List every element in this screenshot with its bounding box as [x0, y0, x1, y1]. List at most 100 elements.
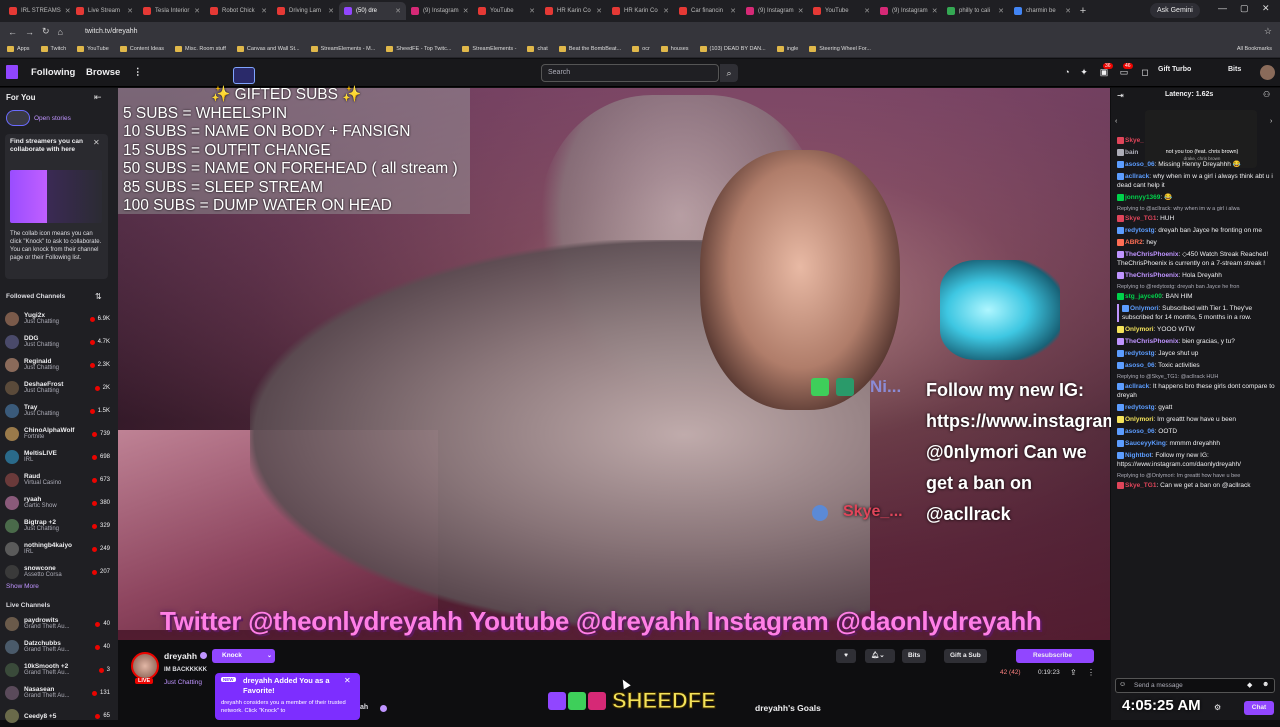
- chat-username[interactable]: TheChrisPhoenix: [1125, 338, 1178, 345]
- tab-close-icon[interactable]: ✕: [663, 7, 669, 15]
- sidebar-channel[interactable]: Reginald Just Chatting 2.3K: [5, 354, 110, 376]
- chat-username[interactable]: Onlymori: [1125, 326, 1154, 333]
- browser-tab[interactable]: (9) Instagram ✕: [875, 2, 942, 20]
- show-more-link[interactable]: Show More: [6, 583, 39, 590]
- tab-close-icon[interactable]: ✕: [864, 7, 870, 15]
- tab-close-icon[interactable]: ✕: [932, 7, 938, 15]
- chat-username[interactable]: SauceyyKing: [1125, 440, 1166, 447]
- tab-close-icon[interactable]: ✕: [65, 7, 71, 15]
- chevron-down-icon[interactable]: ⌄: [267, 649, 272, 663]
- prime-icon[interactable]: ✦: [1078, 67, 1090, 79]
- sidebar-channel[interactable]: Yugi2x Just Chatting 6.9K: [5, 308, 110, 330]
- chat-username[interactable]: stg_jayce00: [1125, 293, 1162, 300]
- close-icon[interactable]: ✕: [93, 138, 100, 147]
- ask-gemini-button[interactable]: Ask Gemini: [1150, 3, 1200, 18]
- sidebar-channel[interactable]: ryaah Gartic Show 380: [5, 492, 110, 514]
- tab-close-icon[interactable]: ✕: [328, 7, 334, 15]
- chevron-left-icon[interactable]: ‹: [1115, 118, 1117, 125]
- bits-button[interactable]: Bits: [902, 649, 927, 663]
- tab-close-icon[interactable]: ✕: [998, 7, 1004, 15]
- bookmark-item[interactable]: Misc. Room stuff: [175, 46, 226, 52]
- search-icon[interactable]: ⌕: [720, 64, 738, 82]
- bookmark-item[interactable]: (103) DEAD BY DAN...: [699, 46, 766, 52]
- close-icon[interactable]: ✕: [344, 676, 351, 685]
- tab-close-icon[interactable]: ✕: [194, 7, 200, 15]
- bookmark-item[interactable]: houses: [660, 46, 689, 52]
- nav-more-icon[interactable]: ⋮: [133, 67, 143, 78]
- chat-username[interactable]: ABR2: [1125, 239, 1143, 246]
- tab-close-icon[interactable]: ✕: [798, 7, 804, 15]
- tab-close-icon[interactable]: ✕: [127, 7, 133, 15]
- bookmark-item[interactable]: Twitch: [40, 46, 66, 52]
- more-options-icon[interactable]: ⋮: [1087, 668, 1095, 677]
- chat-username[interactable]: asoso_06: [1125, 161, 1155, 168]
- sort-icon[interactable]: ⇅: [95, 292, 102, 301]
- bookmark-item[interactable]: Apps: [7, 46, 30, 52]
- sidebar-channel[interactable]: Tray Just Chatting 1.5K: [5, 400, 110, 422]
- emote-picker-icon[interactable]: ☺: [1119, 681, 1126, 688]
- browser-tab[interactable]: IRL STREAMS ✕: [4, 2, 71, 20]
- search-input[interactable]: Search: [541, 64, 719, 82]
- collapse-chat-icon[interactable]: ⇥: [1117, 91, 1124, 100]
- browser-tab[interactable]: HR Karin Co ✕: [607, 2, 674, 20]
- tab-close-icon[interactable]: ✕: [1065, 7, 1071, 15]
- back-icon[interactable]: ←: [8, 27, 17, 37]
- nav-following[interactable]: Following: [31, 67, 75, 78]
- chat-username[interactable]: redytostg: [1125, 227, 1155, 234]
- forward-icon[interactable]: →: [25, 27, 34, 37]
- browser-tab[interactable]: YouTube ✕: [473, 2, 540, 20]
- sidebar-channel[interactable]: ChinoAlphaWolf Fortnite 739: [5, 423, 110, 445]
- window-close-icon[interactable]: ✕: [1262, 3, 1270, 14]
- resubscribe-button[interactable]: Resubscribe: [1016, 649, 1094, 663]
- emoji-icon[interactable]: ☻: [1262, 681, 1269, 688]
- nav-browse[interactable]: Browse: [86, 67, 120, 78]
- bits-icon[interactable]: ◆: [1247, 681, 1252, 689]
- whispers-icon[interactable]: ◔: [1061, 67, 1073, 79]
- sidebar-channel[interactable]: snowcone Assetto Corsa 207: [5, 561, 110, 583]
- tab-close-icon[interactable]: ✕: [395, 7, 401, 15]
- chat-username[interactable]: TheChrisPhoenix: [1125, 251, 1178, 258]
- tab-close-icon[interactable]: ✕: [261, 7, 267, 15]
- channel-name[interactable]: dreyahh: [164, 651, 197, 661]
- chat-username[interactable]: redytostg: [1125, 404, 1155, 411]
- bookmark-item[interactable]: Steering Wheel For...: [809, 46, 871, 52]
- chevron-right-icon[interactable]: ›: [1270, 118, 1272, 125]
- gift-sub-button[interactable]: Gift a Sub: [944, 649, 987, 663]
- notifications-bell-icon[interactable]: 🔔︎⌄: [865, 649, 895, 663]
- browser-tab[interactable]: Live Stream ✕: [71, 2, 138, 20]
- home-icon[interactable]: ⌂: [58, 27, 63, 37]
- reload-icon[interactable]: ↻: [42, 26, 50, 37]
- knock-button[interactable]: Knock ⌄: [212, 649, 275, 663]
- chat-username[interactable]: acllrack: [1125, 173, 1149, 180]
- chat-bubble-icon[interactable]: ◻: [1139, 67, 1151, 79]
- sidebar-channel[interactable]: Bigtrap +2 Just Chatting 329: [5, 515, 110, 537]
- gift-turbo-button[interactable]: Gift Turbo: [1158, 66, 1191, 73]
- user-avatar[interactable]: [1260, 65, 1275, 80]
- bookmark-item[interactable]: StreamElements - M...: [310, 46, 375, 52]
- browser-tab[interactable]: Robot Chick ✕: [205, 2, 272, 20]
- tab-close-icon[interactable]: ✕: [596, 7, 602, 15]
- browser-tab[interactable]: YouTube ✕: [808, 2, 875, 20]
- new-tab-icon[interactable]: +: [1076, 5, 1090, 17]
- stream-category[interactable]: Just Chatting: [164, 679, 202, 686]
- browser-tab[interactable]: (9) Instagram ✕: [741, 2, 808, 20]
- open-stories-button[interactable]: Open stories: [6, 110, 71, 126]
- chat-username[interactable]: asoso_06: [1125, 428, 1155, 435]
- bookmark-star-icon[interactable]: ☆: [1264, 26, 1272, 37]
- chat-username[interactable]: Onlymori: [1125, 416, 1154, 423]
- minimize-icon[interactable]: —: [1218, 3, 1227, 13]
- chat-username[interactable]: Skye_: [1125, 137, 1144, 144]
- collapse-sidebar-icon[interactable]: ⇤: [94, 92, 102, 103]
- bookmark-item[interactable]: Canvas and Wall St...: [236, 46, 300, 52]
- bookmark-item[interactable]: chat: [527, 46, 548, 52]
- chat-users-icon[interactable]: ⚇: [1263, 90, 1270, 99]
- url-field[interactable]: twitch.tv/dreyahh: [85, 28, 138, 35]
- bookmark-item[interactable]: SheedFE - Top Twitc...: [386, 46, 451, 52]
- browser-tab[interactable]: HR Karin Co ✕: [540, 2, 607, 20]
- browser-tab[interactable]: charmin be ✕: [1009, 2, 1076, 20]
- tab-close-icon[interactable]: ✕: [730, 7, 736, 15]
- follow-heart-icon[interactable]: ♥: [836, 649, 856, 663]
- sidebar-channel[interactable]: Ceedy8 +5 65: [5, 705, 110, 727]
- sidebar-channel[interactable]: 10kSmooth +2 Grand Theft Au... 3: [5, 659, 110, 681]
- sidebar-channel[interactable]: DDG Just Chatting 4.7K: [5, 331, 110, 353]
